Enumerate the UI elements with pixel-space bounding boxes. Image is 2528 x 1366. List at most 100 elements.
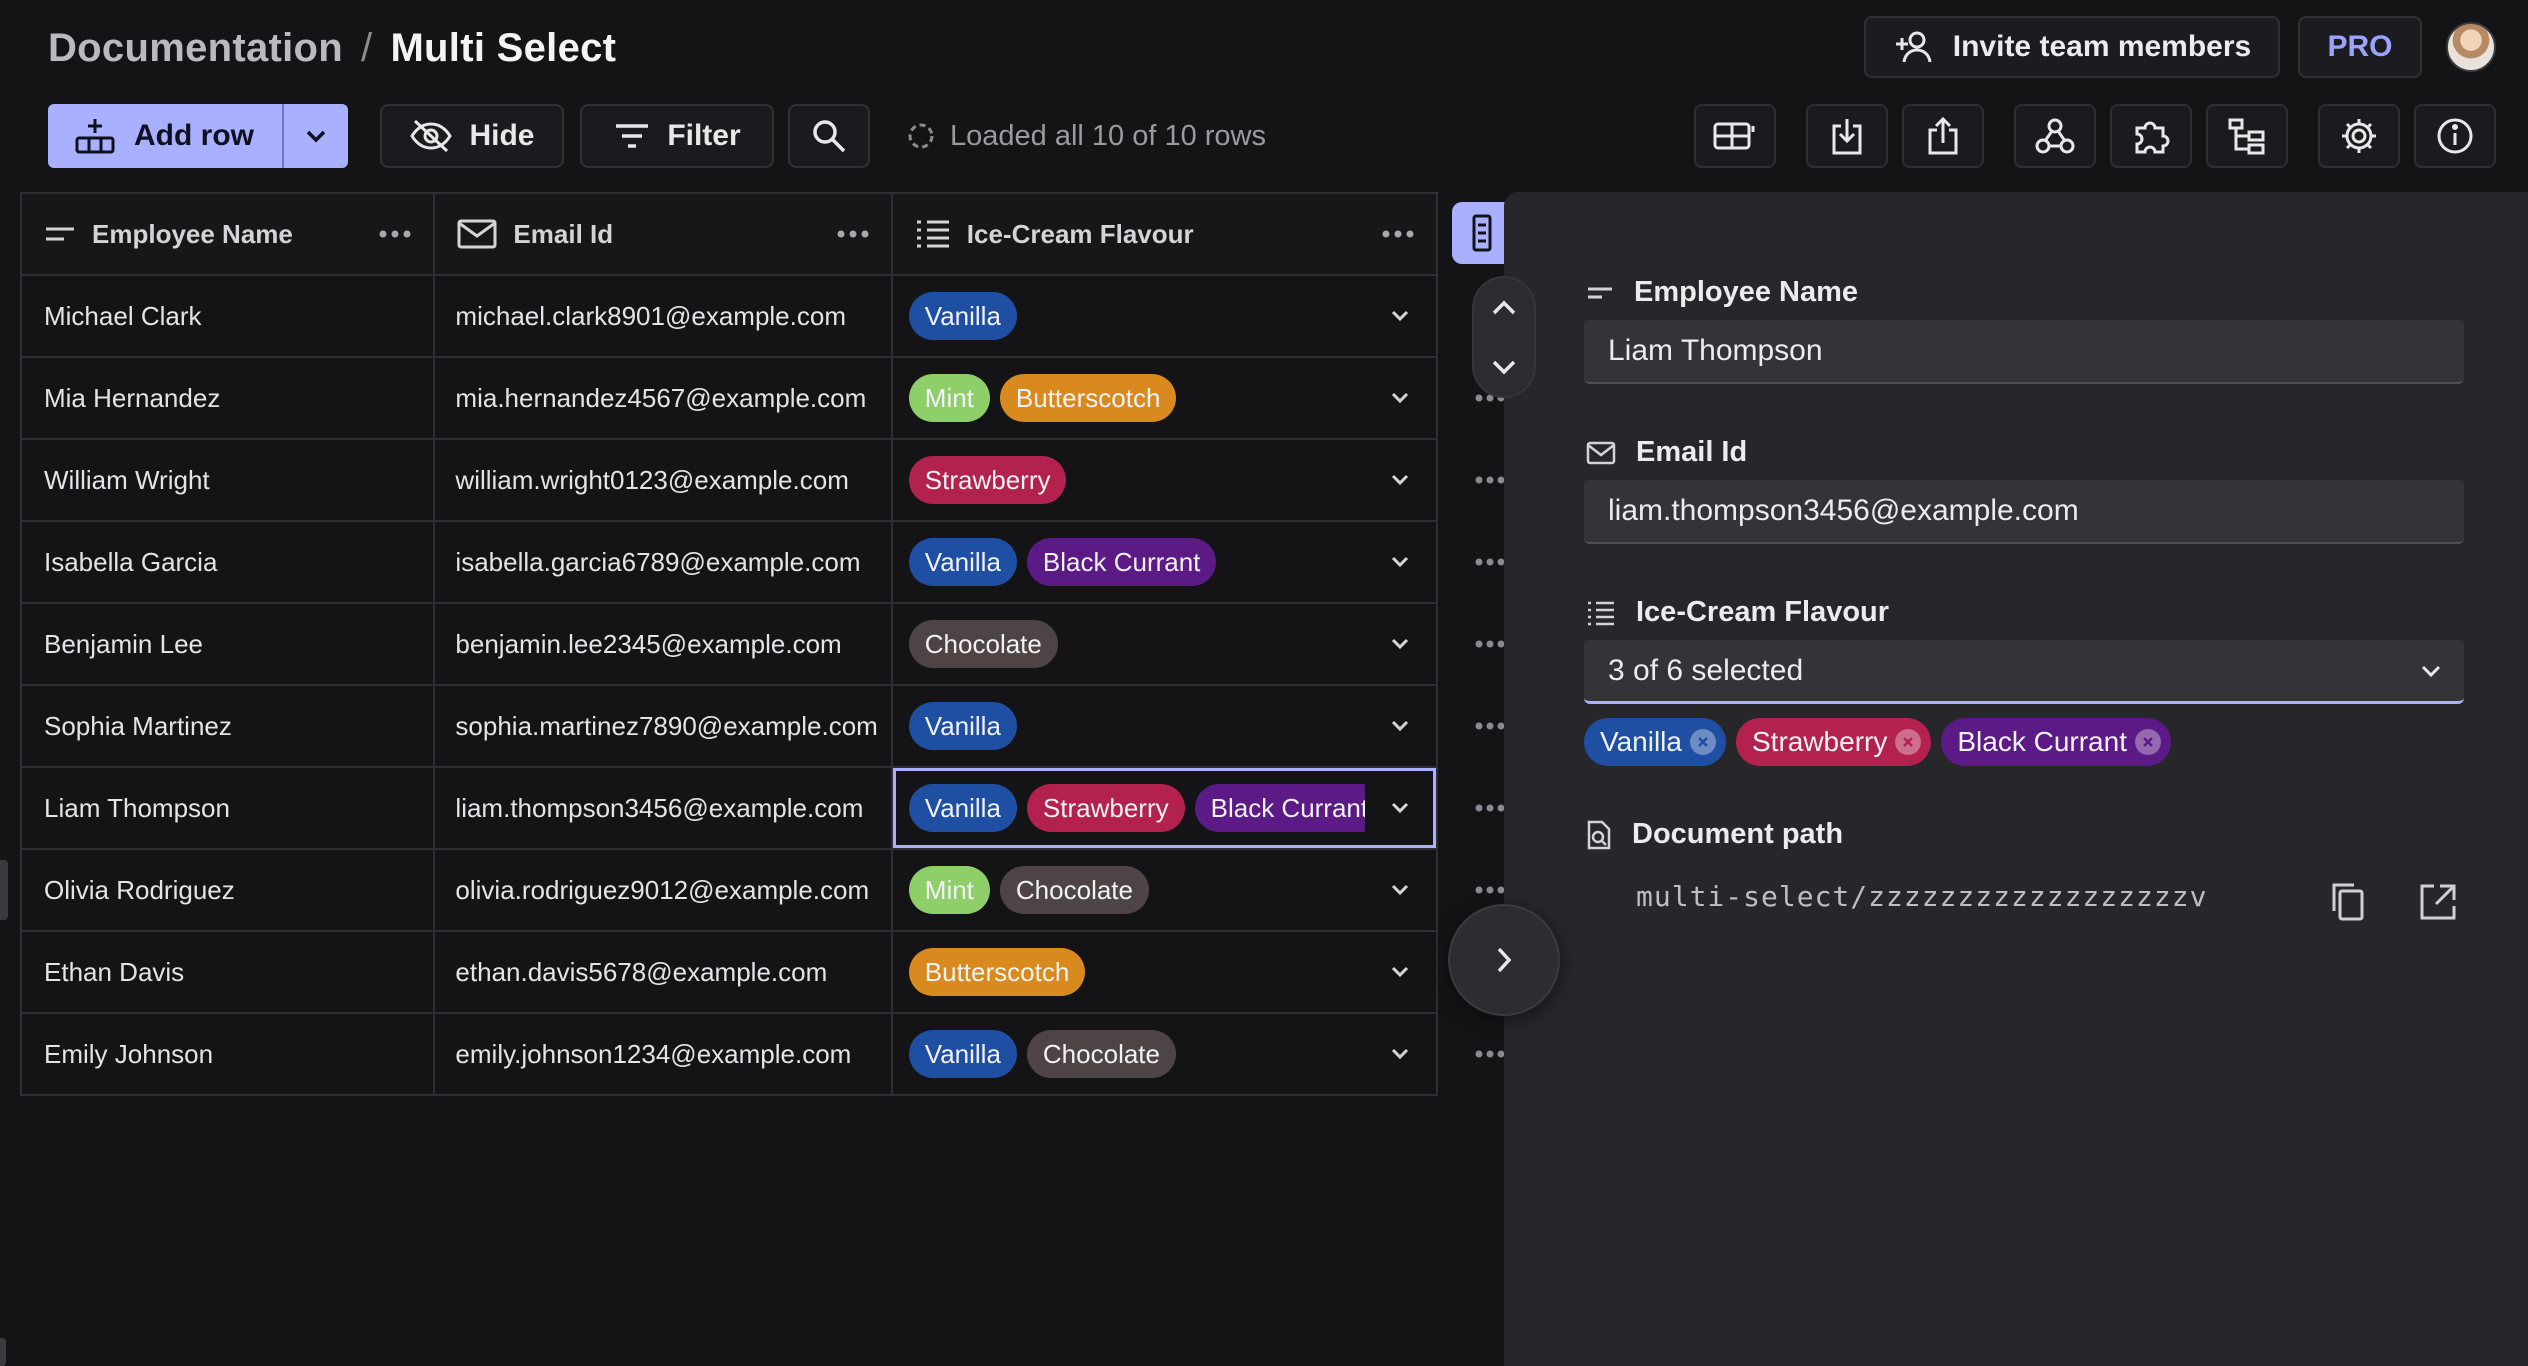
load-status: Loaded all 10 of 10 rows: [906, 104, 1266, 168]
employee-name-field[interactable]: Liam Thompson: [1584, 320, 2464, 384]
employee-name-cell[interactable]: Benjamin Lee: [22, 604, 436, 684]
pro-button[interactable]: PRO: [2298, 16, 2422, 78]
invite-team-button[interactable]: Invite team members: [1864, 16, 2280, 78]
column-menu-icon[interactable]: [837, 194, 869, 274]
row-menu-icon[interactable]: [1472, 552, 1508, 572]
employee-name-cell[interactable]: Michael Clark: [22, 276, 436, 356]
flavour-cell[interactable]: Mint Chocolate: [893, 850, 1436, 930]
chevron-down-icon[interactable]: [1390, 686, 1410, 766]
email-field[interactable]: liam.thompson3456@example.com: [1584, 480, 2464, 544]
email-cell[interactable]: sophia.martinez7890@example.com: [435, 686, 893, 766]
flavour-multiselect[interactable]: 3 of 6 selected: [1584, 640, 2464, 704]
employee-name-cell[interactable]: Mia Hernandez: [22, 358, 436, 438]
email-cell[interactable]: michael.clark8901@example.com: [435, 276, 893, 356]
table-row[interactable]: Olivia Rodriguez olivia.rodriguez9012@exa…: [22, 850, 1436, 932]
chevron-down-icon[interactable]: [1390, 522, 1410, 602]
flavour-cell[interactable]: Chocolate: [893, 604, 1436, 684]
extensions-button[interactable]: [2110, 104, 2192, 168]
flavour-pill: Chocolate: [1026, 1030, 1176, 1078]
breadcrumb-parent[interactable]: Documentation: [48, 26, 343, 71]
chevron-down-icon[interactable]: [1390, 276, 1410, 356]
column-menu-icon[interactable]: [379, 194, 411, 274]
chevron-down-icon[interactable]: [1390, 850, 1410, 930]
row-menu-icon[interactable]: [1472, 470, 1508, 490]
chevron-down-icon[interactable]: [1390, 768, 1410, 848]
table-row[interactable]: Liam Thompson liam.thompson3456@example.c…: [22, 768, 1436, 850]
table-row[interactable]: William Wright william.wright0123@example…: [22, 440, 1436, 522]
external-link-icon: [2418, 882, 2458, 922]
table-row[interactable]: Ethan Davis ethan.davis5678@example.com Bu…: [22, 932, 1436, 1014]
email-cell[interactable]: emily.johnson1234@example.com: [435, 1014, 893, 1094]
column-menu-icon[interactable]: [1382, 194, 1414, 274]
open-external-button[interactable]: [2414, 878, 2462, 926]
table-row[interactable]: Emily Johnson emily.johnson1234@example.c…: [22, 1014, 1436, 1096]
add-row-button[interactable]: Add row: [48, 104, 284, 168]
row-menu-icon[interactable]: [1472, 716, 1508, 736]
flavour-cell[interactable]: Vanilla Black Currant: [893, 522, 1436, 602]
row-menu-icon[interactable]: [1472, 1044, 1508, 1064]
copy-path-button[interactable]: [2324, 878, 2372, 926]
email-cell[interactable]: liam.thompson3456@example.com: [435, 768, 893, 848]
share-button[interactable]: [1902, 104, 1984, 168]
table-row[interactable]: Michael Clark michael.clark8901@example.c…: [22, 276, 1436, 358]
employee-name-cell[interactable]: Liam Thompson: [22, 768, 436, 848]
info-button[interactable]: [2414, 104, 2496, 168]
column-header-email-id[interactable]: Email Id: [435, 194, 893, 274]
chevron-down-icon[interactable]: [1390, 440, 1410, 520]
employee-name-cell[interactable]: Emily Johnson: [22, 1014, 436, 1094]
flavour-pill: Butterscotch: [908, 948, 1086, 996]
table-row[interactable]: Mia Hernandez mia.hernandez4567@example.c…: [22, 358, 1436, 440]
flavour-cell[interactable]: Vanilla Chocolate: [893, 1014, 1436, 1094]
flavour-cell[interactable]: Vanilla Strawberry Black Currant: [892, 768, 1436, 848]
left-drawer-handle-bottom[interactable]: [0, 1338, 6, 1366]
hide-fields-button[interactable]: Hide: [380, 104, 564, 168]
flavour-cell[interactable]: Butterscotch: [893, 932, 1436, 1012]
row-menu-icon[interactable]: [1472, 880, 1508, 900]
employee-name-cell[interactable]: Ethan Davis: [22, 932, 436, 1012]
table-row[interactable]: Sophia Martinez sophia.martinez7890@examp…: [22, 686, 1436, 768]
avatar[interactable]: [2446, 22, 2496, 72]
table-row[interactable]: Isabella Garcia isabella.garcia6789@examp…: [22, 522, 1436, 604]
email-cell[interactable]: benjamin.lee2345@example.com: [435, 604, 893, 684]
filter-button[interactable]: Filter: [580, 104, 774, 168]
employee-name-cell[interactable]: Isabella Garcia: [22, 522, 436, 602]
employee-name-cell[interactable]: Sophia Martinez: [22, 686, 436, 766]
chevron-down-icon[interactable]: [1390, 604, 1410, 684]
remove-chip-icon[interactable]: [2134, 729, 2161, 755]
settings-button[interactable]: [2318, 104, 2400, 168]
webhook-button[interactable]: [2014, 104, 2096, 168]
table-view-button[interactable]: [1694, 104, 1776, 168]
remove-chip-icon[interactable]: [1689, 729, 1716, 755]
search-button[interactable]: [788, 104, 870, 168]
email-cell[interactable]: mia.hernandez4567@example.com: [435, 358, 893, 438]
flavour-cell[interactable]: Strawberry: [893, 440, 1436, 520]
chevron-down-icon[interactable]: [1390, 932, 1410, 1012]
table-row[interactable]: Benjamin Lee benjamin.lee2345@example.com…: [22, 604, 1436, 686]
email-cell[interactable]: olivia.rodriguez9012@example.com: [435, 850, 893, 930]
chevron-down-icon[interactable]: [1390, 1014, 1410, 1094]
flavour-cell[interactable]: Mint Butterscotch: [893, 358, 1436, 438]
remove-chip-icon[interactable]: [1895, 729, 1922, 755]
employee-name-cell[interactable]: Olivia Rodriguez: [22, 850, 436, 930]
row-menu-icon[interactable]: [1472, 634, 1508, 654]
employee-name-cell[interactable]: William Wright: [22, 440, 436, 520]
flavour-pill: Strawberry: [908, 456, 1067, 504]
email-cell[interactable]: ethan.davis5678@example.com: [435, 932, 893, 1012]
side-panel-toggle[interactable]: [1452, 202, 1512, 264]
next-record-down-button[interactable]: [1490, 358, 1518, 376]
column-header-employee-name[interactable]: Employee Name: [22, 194, 436, 274]
column-header-ice-cream-flavour[interactable]: Ice-Cream Flavour: [893, 194, 1436, 274]
flavour-cell[interactable]: Vanilla: [893, 276, 1436, 356]
email-cell[interactable]: william.wright0123@example.com: [435, 440, 893, 520]
email-cell[interactable]: isabella.garcia6789@example.com: [435, 522, 893, 602]
add-row-dropdown[interactable]: [284, 104, 348, 168]
expand-panel-button[interactable]: [1448, 904, 1560, 1016]
previous-record-button[interactable]: [1490, 299, 1518, 317]
field-label-text: Employee Name: [1634, 276, 1859, 308]
left-drawer-handle[interactable]: [0, 860, 8, 920]
flavour-cell[interactable]: Vanilla: [893, 686, 1436, 766]
row-menu-icon[interactable]: [1472, 798, 1508, 818]
chevron-down-icon[interactable]: [1390, 358, 1410, 438]
import-button[interactable]: [1806, 104, 1888, 168]
tree-view-button[interactable]: [2206, 104, 2288, 168]
